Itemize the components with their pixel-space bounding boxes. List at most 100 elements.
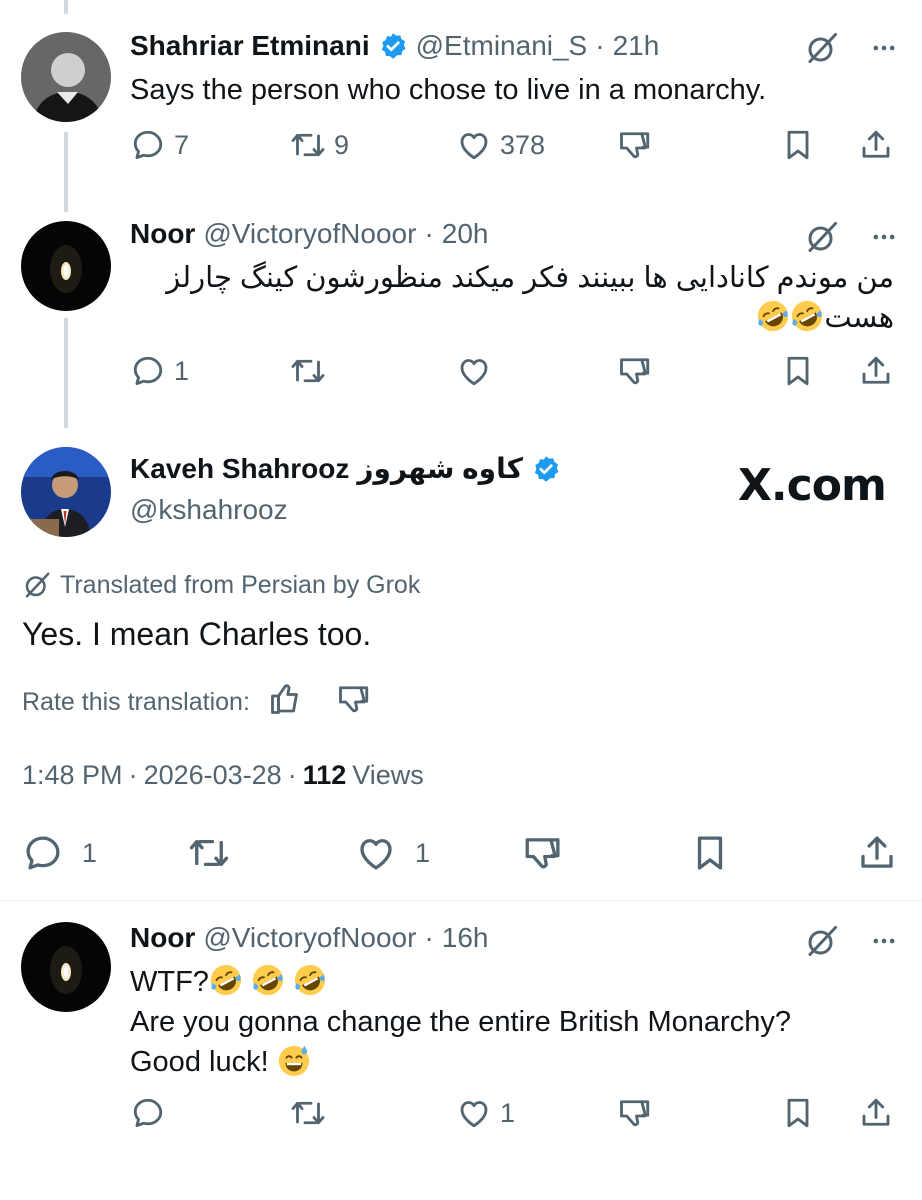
grok-icon[interactable] [804,30,840,66]
main-tweet-header: Kaveh Shahrooz کاوه شهروز [130,452,561,485]
avatar-kaveh[interactable] [21,447,111,537]
reply-3-line3: Good luck! [130,1042,791,1082]
thumbs-down-icon [617,127,653,163]
like-count: 1 [500,1097,516,1128]
author-name[interactable]: Kaveh Shahrooz [130,453,349,485]
sweat-smile-emoji-icon [277,1043,311,1077]
post-time[interactable]: 1:48 PM [22,760,123,791]
reply-3-line1-text: WTF? [130,966,209,998]
dislike-button[interactable] [617,1095,653,1131]
thread-line-2 [64,318,68,428]
rofl-emoji-icon [209,963,243,997]
rate-translation: Rate this translation: [22,681,372,724]
reply-1-text: Says the person who chose to live in a m… [130,74,767,106]
thumbs-up-button[interactable] [268,681,304,724]
share-button[interactable] [858,127,894,163]
author-handle[interactable]: @VictoryofNooor [203,922,416,954]
author-handle[interactable]: @VictoryofNooor [203,218,416,250]
author-handle[interactable]: @kshahrooz [130,494,288,526]
heart-icon [456,353,492,389]
bookmark-button[interactable] [689,832,731,874]
thread-line-top [64,0,68,14]
heart-icon [355,832,397,874]
like-count: 378 [500,129,546,160]
repost-icon [290,127,326,163]
grok-icon[interactable] [804,923,840,959]
avatar-noor[interactable] [21,922,111,1012]
thumbs-down-button[interactable] [336,681,372,724]
thread-line-1 [64,132,68,212]
reply-button[interactable]: 1 [22,832,97,874]
translated-label: Translated from Persian by Grok [60,570,421,599]
reply-2-text-line2-word: هست [824,302,894,334]
repost-count: 9 [334,129,350,160]
reply-button[interactable]: 7 [130,127,189,163]
timestamp[interactable]: 20h [442,218,489,250]
reply-3-line3-text: Good luck! [130,1046,269,1078]
thumbs-down-icon [336,681,372,717]
divider [0,900,922,901]
like-button[interactable]: 378 [456,127,545,163]
bookmark-button[interactable] [780,127,816,163]
dislike-button[interactable] [617,127,653,163]
author-name[interactable]: Noor [130,922,195,954]
translation-notice: Translated from Persian by Grok [22,570,420,600]
rofl-emoji-icon [756,299,790,333]
reply-2-text-line2: هست [130,298,894,338]
thumbs-down-icon [522,832,564,874]
timestamp[interactable]: 16h [442,922,489,954]
bookmark-button[interactable] [780,1095,816,1131]
reply-icon [130,127,166,163]
like-count: 1 [415,837,431,868]
separator-dot: · [595,30,605,61]
like-button[interactable]: 1 [456,1095,515,1131]
repost-button[interactable] [188,832,230,874]
author-name-persian[interactable]: کاوه شهروز [357,452,522,485]
rofl-emoji-icon [251,963,285,997]
reply-2-text-line1: من موندم کانادایی ها ببینند فکر میکند من… [166,262,894,294]
avatar-noor[interactable] [21,221,111,311]
author-name[interactable]: Shahriar Etminani [130,30,370,62]
repost-icon [290,353,326,389]
reply-button[interactable]: 1 [130,353,189,389]
thumbs-down-icon [617,1095,653,1131]
reply-button[interactable] [130,1095,166,1131]
reply-3-line1: WTF? [130,962,791,1002]
grok-icon[interactable] [804,219,840,255]
post-date[interactable]: 2026-03-28 [144,760,282,791]
share-button[interactable] [856,832,898,874]
reply-count: 7 [174,129,190,160]
watermark: X.com [738,460,887,511]
reply-3-header: Noor @VictoryofNooor · 16h [130,922,488,954]
bookmark-button[interactable] [780,353,816,389]
share-icon [858,1095,894,1131]
heart-icon [456,127,492,163]
reply-3-text: WTF? Are you gonna change the entire Bri… [130,962,791,1082]
avatar-shahriar[interactable] [21,32,111,122]
repost-button[interactable] [290,353,326,389]
dislike-button[interactable] [617,353,653,389]
more-options-icon[interactable] [870,34,898,62]
like-button[interactable] [456,353,492,389]
share-icon [858,127,894,163]
like-button[interactable]: 1 [355,832,430,874]
thumbs-down-icon [617,353,653,389]
reply-icon [130,1095,166,1131]
more-options-icon[interactable] [870,927,898,955]
repost-button[interactable] [290,1095,326,1131]
timestamp[interactable]: 21h [613,30,660,62]
reply-2-top-icons [804,219,898,255]
reply-3-top-icons [804,923,898,959]
reply-icon [130,353,166,389]
share-button[interactable] [858,1095,894,1131]
dislike-button[interactable] [522,832,564,874]
reply-1-header: Shahriar Etminani @Etminani_S · 21h [130,30,659,62]
author-name[interactable]: Noor [130,218,195,250]
rofl-emoji-icon [293,963,327,997]
more-options-icon[interactable] [870,223,898,251]
share-icon [858,353,894,389]
repost-icon [188,832,230,874]
share-button[interactable] [858,353,894,389]
repost-button[interactable]: 9 [290,127,349,163]
author-handle[interactable]: @Etminani_S [416,30,588,62]
